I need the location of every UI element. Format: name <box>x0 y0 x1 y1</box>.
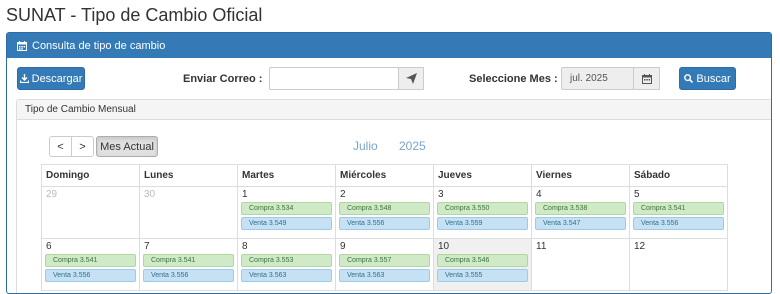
day-number: 12 <box>634 241 646 252</box>
compra-rate-event[interactable]: Compra 3.557 <box>339 254 430 267</box>
calendar-day-cell[interactable]: 6 Compra 3.541 Venta 3.556 <box>41 238 140 291</box>
calendar-week-row: 29 30 1 Compra 3.534 Venta 3.549 2 Compra 3.54… <box>41 186 728 239</box>
day-number: 10 <box>438 241 450 252</box>
day-number: 29 <box>46 189 58 200</box>
calendar-day-cell[interactable]: 7 Compra 3.541 Venta 3.556 <box>139 238 238 291</box>
month-input[interactable]: jul. 2025 <box>561 67 634 90</box>
compra-rate-event[interactable]: Compra 3.553 <box>241 254 332 267</box>
day-number: 3 <box>438 189 444 200</box>
venta-rate-event[interactable]: Venta 3.555 <box>437 269 528 282</box>
venta-rate-event[interactable]: Venta 3.563 <box>339 269 430 282</box>
day-number: 4 <box>536 189 542 200</box>
month-picker-button[interactable] <box>633 67 660 90</box>
day-number: 7 <box>144 241 150 252</box>
download-button-label: Descargar <box>31 72 83 85</box>
calendar-year: 2025 <box>399 139 426 153</box>
day-number: 8 <box>242 241 248 252</box>
calendar-day-cell[interactable]: 11 <box>531 238 630 291</box>
day-number: 2 <box>340 189 346 200</box>
calendar-day-cell[interactable]: 1 Compra 3.534 Venta 3.549 <box>237 186 336 239</box>
monthly-rate-heading: Tipo de Cambio Mensual <box>17 100 771 120</box>
compra-rate-event[interactable]: Compra 3.541 <box>633 202 724 215</box>
compra-rate-event[interactable]: Compra 3.550 <box>437 202 528 215</box>
page-title: SUNAT - Tipo de Cambio Oficial <box>6 5 263 25</box>
send-email-button[interactable] <box>398 67 424 90</box>
calendar-week-row: 6 Compra 3.541 Venta 3.556 7 Compra 3.541 Ven… <box>41 238 728 291</box>
day-number: 5 <box>634 189 640 200</box>
day-number: 1 <box>242 189 248 200</box>
weekday-header: Martes <box>237 164 336 187</box>
day-number: 9 <box>340 241 346 252</box>
day-number: 30 <box>144 189 156 200</box>
month-label: Seleccione Mes : <box>469 73 558 85</box>
day-number: 6 <box>46 241 52 252</box>
prev-month-button[interactable]: < <box>49 136 72 157</box>
calendar-day-cell[interactable]: 5 Compra 3.541 Venta 3.556 <box>629 186 728 239</box>
calendar-icon <box>17 40 27 51</box>
venta-rate-event[interactable]: Venta 3.559 <box>437 217 528 230</box>
calendar-month-name: Julio <box>353 139 378 153</box>
panel-heading-label: Consulta de tipo de cambio <box>32 39 166 52</box>
email-label: Enviar Correo : <box>183 73 263 85</box>
current-month-button[interactable]: Mes Actual <box>96 136 158 157</box>
weekday-header: Lunes <box>139 164 238 187</box>
download-button[interactable]: Descargar <box>17 67 85 90</box>
calendar-icon <box>641 73 652 84</box>
panel-heading: Consulta de tipo de cambio <box>7 33 771 58</box>
venta-rate-event[interactable]: Venta 3.556 <box>45 269 136 282</box>
calendar-day-cell[interactable]: 4 Compra 3.538 Venta 3.547 <box>531 186 630 239</box>
weekday-header: Miércoles <box>335 164 434 187</box>
compra-rate-event[interactable]: Compra 3.538 <box>535 202 626 215</box>
calendar-day-cell[interactable]: 3 Compra 3.550 Venta 3.559 <box>433 186 532 239</box>
paper-plane-icon <box>405 73 417 84</box>
weekday-header: Domingo <box>41 164 140 187</box>
compra-rate-event[interactable]: Compra 3.546 <box>437 254 528 267</box>
venta-rate-event[interactable]: Venta 3.556 <box>143 269 234 282</box>
calendar-day-cell[interactable]: 2 Compra 3.548 Venta 3.556 <box>335 186 434 239</box>
compra-rate-event[interactable]: Compra 3.541 <box>45 254 136 267</box>
calendar-day-cell[interactable]: 9 Compra 3.557 Venta 3.563 <box>335 238 434 291</box>
calendar-grid: Domingo Lunes Martes Miércoles Jueves Vi… <box>41 164 728 291</box>
next-month-button[interactable]: > <box>71 136 94 157</box>
search-icon <box>684 74 694 83</box>
search-button-label: Buscar <box>696 72 731 85</box>
weekday-header: Viernes <box>531 164 630 187</box>
venta-rate-event[interactable]: Venta 3.556 <box>633 217 724 230</box>
calendar-day-cell[interactable]: 29 <box>41 186 140 239</box>
calendar-day-cell[interactable]: 30 <box>139 186 238 239</box>
venta-rate-event[interactable]: Venta 3.547 <box>535 217 626 230</box>
download-icon <box>19 74 29 83</box>
compra-rate-event[interactable]: Compra 3.541 <box>143 254 234 267</box>
compra-rate-event[interactable]: Compra 3.534 <box>241 202 332 215</box>
compra-rate-event[interactable]: Compra 3.548 <box>339 202 430 215</box>
search-button[interactable]: Buscar <box>679 67 736 90</box>
weekday-header: Jueves <box>433 164 532 187</box>
venta-rate-event[interactable]: Venta 3.556 <box>339 217 430 230</box>
day-number: 11 <box>536 241 547 252</box>
weekday-header: Sábado <box>629 164 728 187</box>
venta-rate-event[interactable]: Venta 3.549 <box>241 217 332 230</box>
calendar-day-cell[interactable]: 10 Compra 3.546 Venta 3.555 <box>433 238 532 291</box>
venta-rate-event[interactable]: Venta 3.563 <box>241 269 332 282</box>
calendar-day-cell[interactable]: 12 <box>629 238 728 291</box>
calendar-day-cell[interactable]: 8 Compra 3.553 Venta 3.563 <box>237 238 336 291</box>
email-input[interactable] <box>269 67 399 90</box>
weekday-header-row: Domingo Lunes Martes Miércoles Jueves Vi… <box>41 164 728 187</box>
